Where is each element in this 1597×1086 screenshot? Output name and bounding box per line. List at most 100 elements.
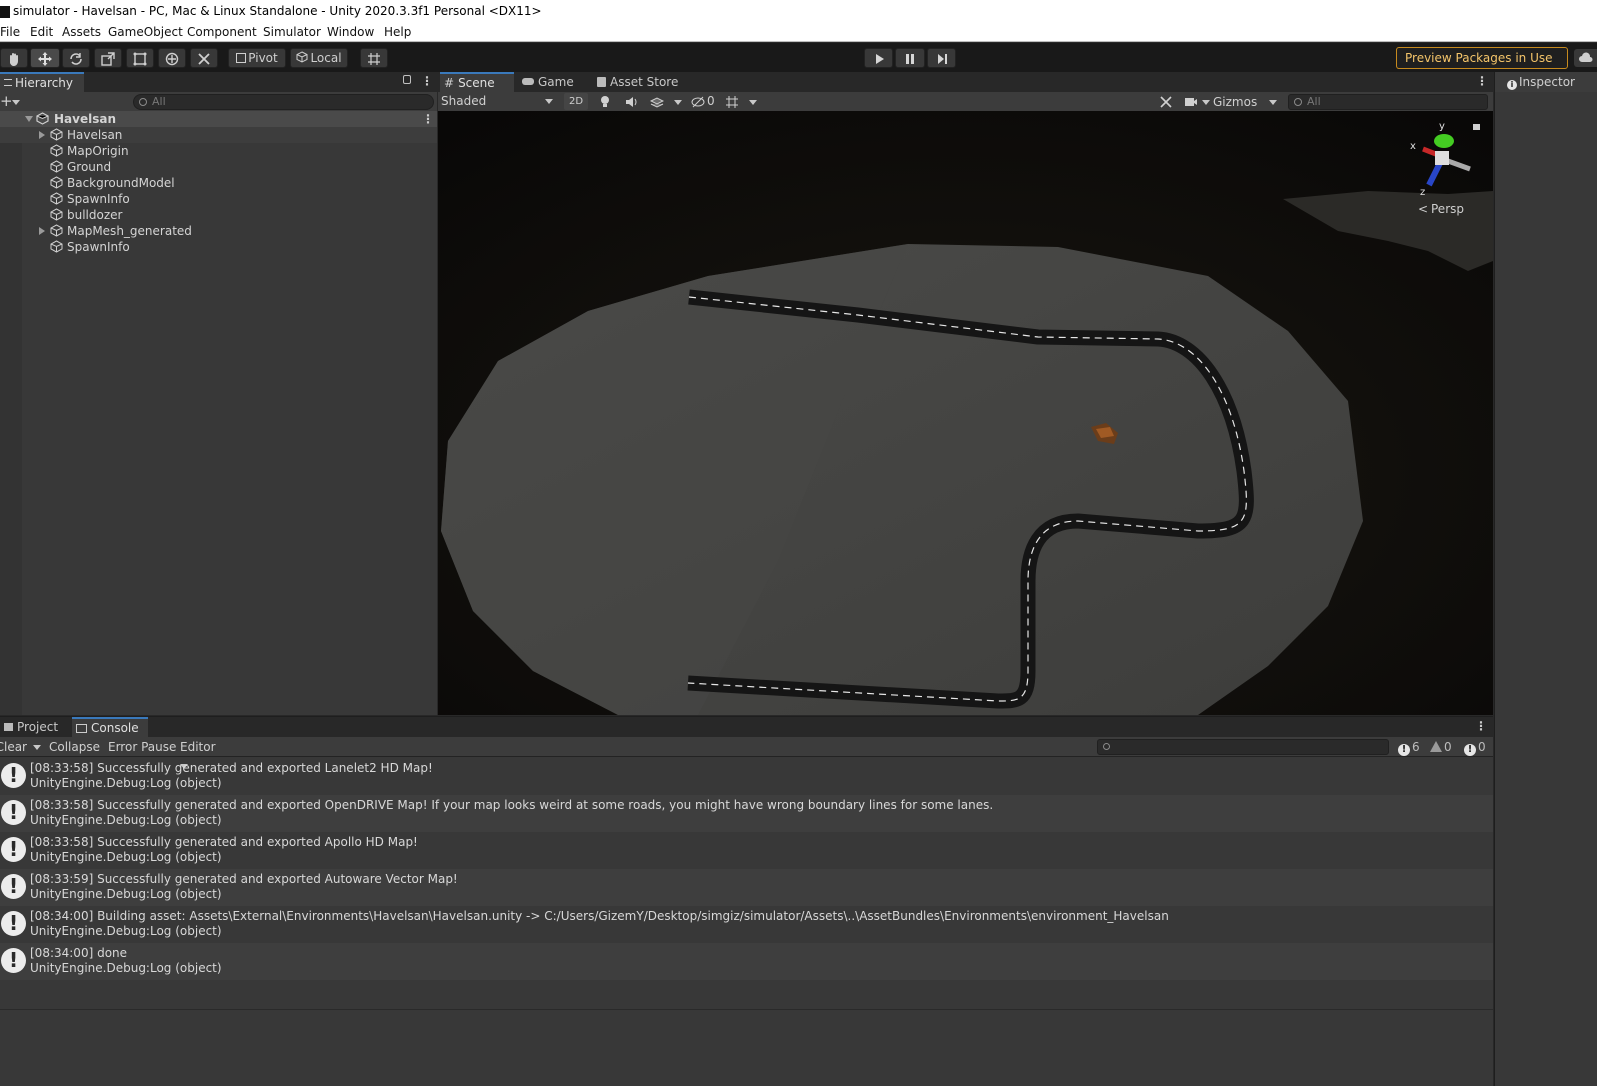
scale-icon — [101, 52, 115, 66]
local-toggle-button[interactable]: Local — [290, 48, 348, 68]
expand-arrow-icon[interactable] — [39, 131, 45, 139]
scene-search-input[interactable]: All — [1288, 94, 1488, 110]
tab-hierarchy[interactable]: Hierarchy — [0, 72, 84, 92]
chevron-down-icon[interactable] — [1202, 100, 1210, 105]
pivot-toggle-button[interactable]: Pivot — [228, 48, 286, 68]
hierarchy-item[interactable]: bulldozer — [0, 207, 437, 223]
play-button[interactable] — [864, 48, 893, 68]
move-tool-button[interactable] — [30, 48, 60, 68]
expand-arrow-icon[interactable] — [39, 227, 45, 235]
scene-row[interactable]: Havelsan ⋮ — [0, 111, 437, 127]
pivot-icon — [236, 53, 247, 63]
menu-gameobject[interactable]: GameObject — [108, 23, 183, 42]
preview-packages-button[interactable]: Preview Packages in Use — [1396, 47, 1568, 80]
rect-tool-button[interactable] — [126, 48, 154, 68]
scene-viewport[interactable]: x y z < Persp — [438, 111, 1493, 715]
console-entry[interactable]: ! [08:33:58] Successfully generated and … — [0, 795, 1493, 832]
grid-snap-button[interactable] — [360, 48, 388, 68]
chevron-down-icon[interactable] — [12, 100, 20, 105]
shading-mode-dropdown[interactable]: Shaded — [441, 93, 555, 110]
cloud-button[interactable] — [1574, 49, 1597, 67]
hierarchy-search-input[interactable]: All — [133, 94, 434, 110]
game-tab-label: Game — [538, 75, 574, 89]
menu-edit[interactable]: Edit — [30, 23, 53, 42]
menu-component[interactable]: Component — [187, 23, 257, 42]
hierarchy-panel: Hierarchy ⋮ + All Havelsan ⋮ Havelsan Ma… — [0, 72, 437, 715]
add-icon[interactable]: + — [0, 93, 13, 109]
console-search-input[interactable] — [1097, 739, 1389, 755]
editor-dropdown[interactable]: Editor — [180, 737, 226, 769]
visibility-toggle-icon[interactable] — [1, 129, 11, 139]
hierarchy-item[interactable]: MapOrigin — [0, 143, 437, 159]
scale-tool-button[interactable] — [94, 48, 122, 68]
hand-icon — [10, 53, 18, 66]
console-toolbar: Clear Collapse Error Pause Editor !6 0 !… — [0, 737, 1493, 769]
hierarchy-item[interactable]: Ground — [0, 159, 437, 175]
hierarchy-item-label: Havelsan — [67, 128, 123, 142]
toggle-2d-button[interactable]: 2D — [564, 93, 588, 110]
lock-icon[interactable] — [403, 75, 411, 84]
error-count-toggle[interactable]: ! 0 — [1464, 739, 1486, 756]
tab-game[interactable]: Game — [518, 72, 588, 92]
gizmos-label: Gizmos — [1213, 95, 1258, 109]
persp-arrow-icon: < — [1418, 202, 1428, 216]
tab-project[interactable]: Project — [0, 717, 70, 737]
collapse-button[interactable]: Collapse — [49, 737, 100, 757]
panel-menu-icon[interactable]: ⋮ — [1475, 719, 1487, 733]
hierarchy-item[interactable]: Havelsan — [0, 127, 437, 143]
hierarchy-tab-label: Hierarchy — [15, 76, 74, 90]
menu-file[interactable]: File — [0, 23, 20, 42]
console-icon — [76, 724, 87, 733]
grid-toggle-icon[interactable] — [725, 95, 739, 109]
hierarchy-item[interactable]: BackgroundModel — [0, 175, 437, 191]
audio-speaker-icon[interactable] — [624, 95, 638, 109]
menu-simulator[interactable]: Simulator — [263, 23, 321, 42]
tab-asset-store[interactable]: Asset Store — [593, 72, 693, 92]
hand-tool-button[interactable] — [0, 48, 28, 68]
hierarchy-item[interactable]: MapMesh_generated — [0, 223, 437, 239]
console-entry-source: UnityEngine.Debug:Log (object) — [30, 924, 222, 938]
effects-layers-icon[interactable] — [650, 95, 664, 109]
menu-assets[interactable]: Assets — [62, 23, 101, 42]
hierarchy-item[interactable]: SpawnInfo — [0, 191, 437, 207]
tab-console[interactable]: Console — [72, 717, 148, 737]
rotate-tool-button[interactable] — [62, 48, 90, 68]
console-entry[interactable]: ! [08:33:58] Successfully generated and … — [0, 832, 1493, 869]
menu-window[interactable]: Window — [327, 23, 374, 42]
tools-icon[interactable] — [1159, 95, 1173, 109]
hidden-eye-icon[interactable] — [691, 95, 706, 109]
pause-button[interactable] — [895, 48, 925, 68]
custom-tool-button[interactable] — [190, 48, 218, 68]
chevron-down-icon[interactable] — [749, 100, 757, 105]
expand-arrow-icon[interactable] — [25, 116, 33, 122]
menu-help[interactable]: Help — [384, 23, 411, 42]
chevron-down-icon[interactable] — [33, 745, 41, 750]
console-entry[interactable]: ! [08:34:00] Building asset: Assets\Exte… — [0, 906, 1493, 943]
panel-menu-icon[interactable]: ⋮ — [421, 74, 433, 88]
error-pause-button[interactable]: Error Pause — [108, 737, 176, 757]
panel-menu-icon[interactable]: ⋮ — [1476, 74, 1488, 88]
search-icon — [1103, 743, 1110, 750]
projection-label[interactable]: Persp — [1431, 202, 1464, 216]
console-entry[interactable]: ! [08:33:58] Successfully generated and … — [0, 758, 1493, 795]
gizmos-dropdown[interactable]: Gizmos — [1213, 93, 1279, 111]
transform-tool-button[interactable] — [158, 48, 186, 68]
gizmo-lock-icon[interactable] — [1473, 124, 1480, 130]
console-entry-message: [08:34:00] done — [30, 946, 128, 960]
step-button[interactable] — [927, 48, 956, 68]
tab-scene[interactable]: # Scene — [440, 72, 514, 92]
tab-inspector[interactable]: i Inspector — [1503, 72, 1597, 92]
console-entry[interactable]: ! [08:33:59] Successfully generated and … — [0, 869, 1493, 906]
lighting-bulb-icon[interactable] — [599, 95, 611, 109]
inspector-panel: i Inspector — [1494, 72, 1597, 1086]
console-entry[interactable]: ! [08:34:00] done UnityEngine.Debug:Log … — [0, 943, 1493, 980]
clear-button[interactable]: Clear — [0, 737, 27, 757]
console-detail-divider[interactable] — [0, 1009, 1493, 1010]
log-count-toggle[interactable]: ! 6 — [1398, 739, 1420, 756]
warning-count-toggle[interactable]: 0 — [1430, 739, 1452, 755]
hierarchy-item-label: MapMesh_generated — [67, 224, 192, 238]
chevron-down-icon[interactable] — [674, 100, 682, 105]
hierarchy-item[interactable]: SpawnInfo — [0, 239, 437, 255]
camera-icon[interactable] — [1184, 96, 1198, 108]
scene-menu-icon[interactable]: ⋮ — [422, 111, 434, 127]
